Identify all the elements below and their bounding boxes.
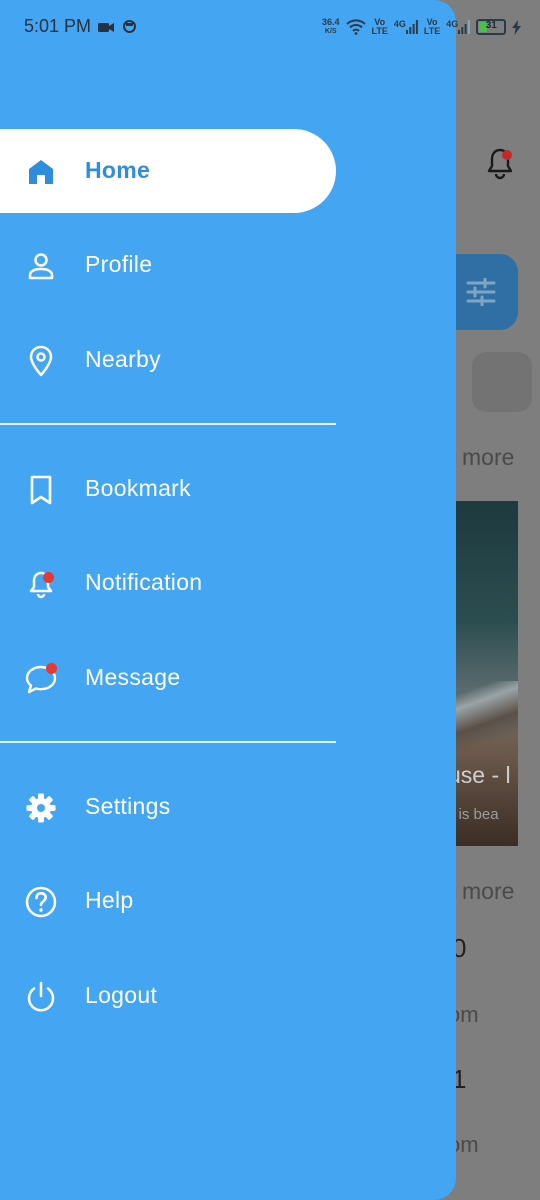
drawer-item-bookmark[interactable]: Bookmark bbox=[0, 447, 336, 531]
drawer-item-notification[interactable]: Notification bbox=[0, 541, 336, 625]
sim2-volte: Vo LTE bbox=[423, 17, 441, 36]
drawer-item-label: Help bbox=[85, 887, 134, 913]
drawer-item-logout[interactable]: Logout bbox=[0, 954, 336, 1038]
see-more-link: more bbox=[462, 444, 515, 470]
notification-bell-icon bbox=[487, 148, 513, 180]
drawer-item-settings[interactable]: Settings bbox=[0, 765, 336, 849]
category-chip bbox=[472, 352, 532, 412]
drawer-item-label: Profile bbox=[85, 251, 153, 277]
drawer-item-message[interactable]: Message bbox=[0, 636, 336, 720]
drawer-item-help[interactable]: Help bbox=[0, 859, 336, 943]
notification-badge bbox=[43, 572, 54, 583]
message-badge bbox=[46, 663, 57, 674]
help-circle-icon bbox=[25, 886, 57, 918]
see-more-link-2: more bbox=[462, 878, 515, 904]
drawer-item-label: Nearby bbox=[85, 346, 161, 372]
drawer-item-profile[interactable]: Profile bbox=[0, 223, 336, 307]
person-icon bbox=[28, 253, 54, 280]
drawer-divider bbox=[0, 741, 336, 743]
wifi-icon bbox=[345, 19, 366, 35]
drawer-divider bbox=[0, 423, 336, 425]
drawer-item-nearby[interactable]: Nearby bbox=[0, 318, 336, 402]
sim1-signal: 4G bbox=[394, 20, 418, 34]
sim2-signal: 4G bbox=[446, 20, 471, 34]
place-card-title: use - l bbox=[448, 762, 511, 788]
charging-bolt-icon bbox=[512, 19, 522, 35]
home-icon bbox=[29, 160, 53, 184]
status-time: 5:01 PM bbox=[24, 16, 92, 36]
signal-icon bbox=[405, 20, 418, 34]
status-right-group: 36.4 K/S Vo LTE 4G Vo LTE 4G 31 bbox=[322, 14, 522, 40]
bookmark-icon bbox=[30, 475, 52, 505]
location-pin-icon bbox=[29, 345, 53, 377]
sliders-icon bbox=[466, 278, 496, 306]
navigation-drawer: Home Profile Nearby Bookmark Notificatio… bbox=[0, 0, 456, 1200]
drawer-item-label: Message bbox=[85, 664, 181, 690]
drawer-item-label: Home bbox=[85, 157, 151, 183]
gear-icon bbox=[26, 793, 56, 823]
drawer-item-label: Bookmark bbox=[85, 475, 191, 501]
network-speed: 36.4 K/S bbox=[322, 17, 340, 36]
power-icon bbox=[27, 981, 55, 1012]
drawer-item-home[interactable]: Home bbox=[0, 129, 336, 213]
battery-indicator: 31 bbox=[476, 19, 507, 35]
bell-icon bbox=[29, 571, 53, 599]
drawer-item-label: Settings bbox=[85, 793, 171, 819]
sim1-volte: Vo LTE bbox=[371, 17, 388, 36]
video-camera-icon bbox=[98, 23, 114, 32]
signal-icon bbox=[458, 20, 471, 34]
drawer-item-label: Notification bbox=[85, 569, 203, 595]
status-bar: 5:01 PM 36.4 K/S Vo LTE 4G Vo LTE 4G 31 bbox=[0, 0, 540, 56]
drawer-item-label: Logout bbox=[85, 982, 158, 1008]
sync-icon bbox=[123, 20, 136, 33]
